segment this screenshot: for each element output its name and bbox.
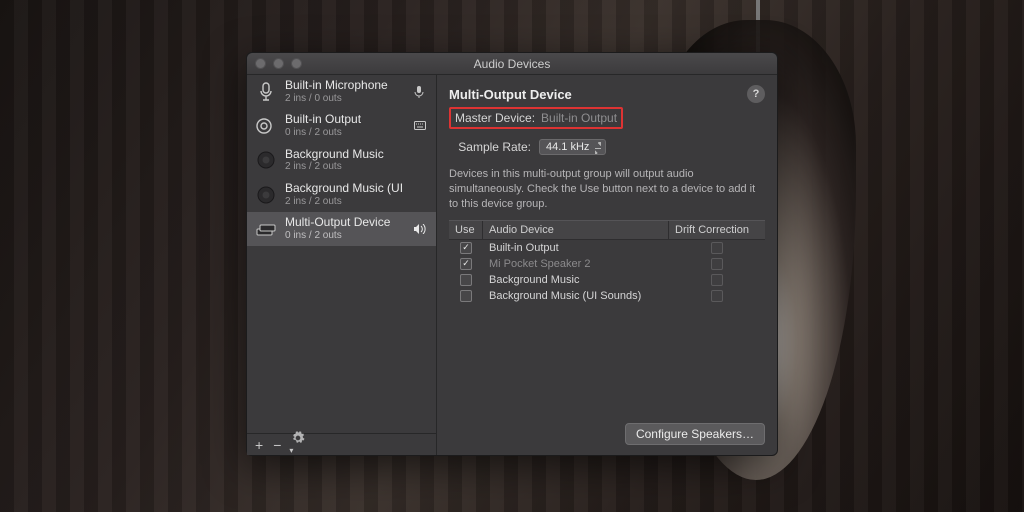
add-device-button[interactable]: + [255,437,263,453]
table-row[interactable]: Background Music (UI Sounds) [449,288,765,304]
device-table: Use Audio Device Drift Correction ✓ Built… [449,220,765,304]
device-indicator-icon [414,86,428,98]
device-sidebar: Built-in Microphone2 ins / 0 outsBuilt-i… [247,75,437,455]
table-row[interactable]: Background Music [449,272,765,288]
master-device-value[interactable]: Built-in Output [541,111,617,125]
sidebar-footer: + − ▾ [247,433,436,455]
sidebar-item-background-music[interactable]: Background Music2 ins / 2 outs [247,144,436,178]
drift-checkbox[interactable] [711,242,723,254]
master-device-label: Master Device: [455,111,535,125]
device-name: Background Music (UI Sounds) [285,182,406,196]
device-indicator-icon [414,121,428,130]
sample-rate-select[interactable]: 44.1 kHz [539,139,606,155]
device-name: Built-in Output [285,113,406,127]
device-io: 2 ins / 2 outs [285,196,406,208]
gear-icon[interactable]: ▾ [291,431,305,459]
sidebar-item-background-music-ui-sounds-[interactable]: Background Music (UI Sounds)2 ins / 2 ou… [247,178,436,212]
device-cell: Background Music [483,274,669,286]
sidebar-item-built-in-microphone[interactable]: Built-in Microphone2 ins / 0 outs [247,75,436,109]
device-name: Multi-Output Device [285,216,406,230]
sidebar-item-multi-output-device[interactable]: Multi-Output Device0 ins / 2 outs [247,212,436,246]
remove-device-button[interactable]: − [273,437,281,453]
col-use[interactable]: Use [449,221,483,239]
titlebar[interactable]: Audio Devices [247,53,777,75]
microphone-icon [255,81,277,103]
hint-text: Devices in this multi-output group will … [449,167,765,212]
drift-checkbox[interactable] [711,258,723,270]
use-checkbox[interactable]: ✓ [460,258,472,270]
sidebar-item-built-in-output[interactable]: Built-in Output0 ins / 2 outs [247,109,436,143]
circle-icon [255,149,277,171]
use-checkbox[interactable] [460,274,472,286]
window-title: Audio Devices [247,57,777,71]
device-io: 0 ins / 2 outs [285,230,406,242]
device-cell: Built-in Output [483,242,669,254]
device-io: 0 ins / 2 outs [285,127,406,139]
col-drift[interactable]: Drift Correction [669,221,765,239]
drift-checkbox[interactable] [711,274,723,286]
sample-rate-label: Sample Rate: [449,140,531,154]
configure-speakers-button[interactable]: Configure Speakers… [625,423,765,445]
device-name: Built-in Microphone [285,79,406,93]
table-row[interactable]: ✓ Mi Pocket Speaker 2 [449,256,765,272]
drift-checkbox[interactable] [711,290,723,302]
device-cell: Background Music (UI Sounds) [483,290,669,302]
device-io: 2 ins / 2 outs [285,161,406,173]
table-row[interactable]: ✓ Built-in Output [449,240,765,256]
audio-devices-window: Audio Devices Built-in Microphone2 ins /… [246,52,778,456]
content-heading: Multi-Output Device [449,87,747,102]
speaker-icon [255,115,277,137]
content-pane: Multi-Output Device ? Master Device: Bui… [437,75,777,455]
use-checkbox[interactable] [460,290,472,302]
device-io: 2 ins / 0 outs [285,93,406,105]
circle-icon [255,184,277,206]
master-device-row: Master Device: Built-in Output [449,107,623,129]
device-indicator-icon [414,224,428,234]
stack-icon [255,218,277,240]
col-device[interactable]: Audio Device [483,221,669,239]
use-checkbox[interactable]: ✓ [460,242,472,254]
device-name: Background Music [285,148,406,162]
help-button[interactable]: ? [747,85,765,103]
device-cell: Mi Pocket Speaker 2 [483,258,669,270]
